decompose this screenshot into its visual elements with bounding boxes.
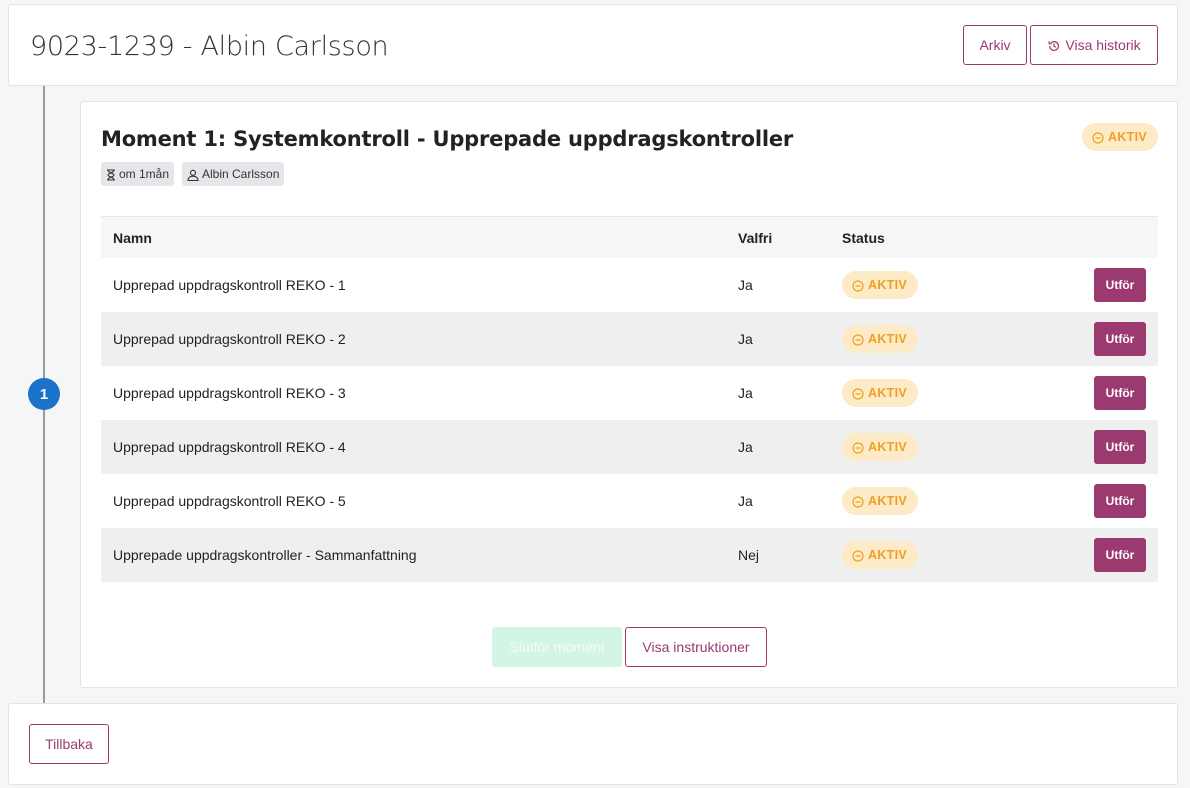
- moment-title: Moment 1: Systemkontroll - Upprepade upp…: [101, 127, 794, 151]
- header-status: Status: [842, 229, 885, 246]
- task-table: Namn Valfri Status Upprepad uppdragskont…: [101, 216, 1158, 582]
- user-icon: [187, 167, 199, 181]
- header-optional: Valfri: [738, 229, 773, 246]
- back-button[interactable]: Tillbaka: [29, 724, 109, 764]
- row-status-label: AKTIV: [868, 278, 907, 292]
- minus-circle-icon: [852, 548, 864, 562]
- back-button-label: Tillbaka: [45, 736, 93, 752]
- row-status-badge: AKTIV: [842, 325, 918, 353]
- row-name: Upprepade uppdragskontroller - Sammanfat…: [113, 547, 417, 563]
- minus-circle-icon: [852, 386, 864, 400]
- show-instructions-label: Visa instruktioner: [642, 639, 750, 655]
- table-row: Upprepade uppdragskontroller - Sammanfat…: [101, 528, 1158, 582]
- due-tag: om 1mån: [101, 162, 175, 186]
- history-icon: [1047, 37, 1061, 53]
- minus-circle-icon: [852, 440, 864, 454]
- assignee-tag: Albin Carlsson: [182, 162, 285, 186]
- table-row: Upprepad uppdragskontroll REKO - 1 Ja AK…: [101, 258, 1158, 312]
- case-header: 9023-1239 - Albin Carlsson Arkiv Visa hi…: [8, 4, 1178, 86]
- row-status-label: AKTIV: [868, 548, 907, 562]
- row-status-badge: AKTIV: [842, 487, 918, 515]
- history-button-label: Visa historik: [1065, 37, 1141, 53]
- perform-button[interactable]: Utför: [1094, 322, 1146, 356]
- table-header: Namn Valfri Status: [101, 216, 1158, 258]
- moment-status-label: AKTIV: [1108, 130, 1147, 144]
- footer-bar: Tillbaka: [8, 703, 1178, 785]
- perform-button[interactable]: Utför: [1094, 538, 1146, 572]
- row-optional: Ja: [738, 439, 753, 455]
- row-status-label: AKTIV: [868, 440, 907, 454]
- table-row: Upprepad uppdragskontroll REKO - 5 Ja AK…: [101, 474, 1158, 528]
- archive-button-label: Arkiv: [979, 37, 1011, 53]
- row-status-badge: AKTIV: [842, 433, 918, 461]
- row-status-label: AKTIV: [868, 494, 907, 508]
- table-row: Upprepad uppdragskontroll REKO - 2 Ja AK…: [101, 312, 1158, 366]
- row-status-label: AKTIV: [868, 386, 907, 400]
- step-number: 1: [28, 378, 60, 410]
- row-name: Upprepad uppdragskontroll REKO - 5: [113, 493, 346, 509]
- row-optional: Ja: [738, 493, 753, 509]
- history-button[interactable]: Visa historik: [1030, 25, 1158, 65]
- page-title: 9023-1239 - Albin Carlsson: [30, 31, 389, 62]
- moment-card: Moment 1: Systemkontroll - Upprepade upp…: [80, 101, 1178, 688]
- row-status-badge: AKTIV: [842, 379, 918, 407]
- table-row: Upprepad uppdragskontroll REKO - 4 Ja AK…: [101, 420, 1158, 474]
- perform-button[interactable]: Utför: [1094, 268, 1146, 302]
- row-name: Upprepad uppdragskontroll REKO - 4: [113, 439, 346, 455]
- row-status-label: AKTIV: [868, 332, 907, 346]
- hourglass-icon: [106, 167, 116, 181]
- row-optional: Ja: [738, 331, 753, 347]
- complete-moment-button[interactable]: Slutför moment: [492, 627, 622, 667]
- table-row: Upprepad uppdragskontroll REKO - 3 Ja AK…: [101, 366, 1158, 420]
- row-name: Upprepad uppdragskontroll REKO - 2: [113, 331, 346, 347]
- archive-button[interactable]: Arkiv: [963, 25, 1027, 65]
- row-status-badge: AKTIV: [842, 541, 918, 569]
- minus-circle-icon: [852, 494, 864, 508]
- perform-button[interactable]: Utför: [1094, 376, 1146, 410]
- assignee-label: Albin Carlsson: [202, 167, 280, 181]
- minus-circle-icon: [852, 278, 864, 292]
- row-optional: Ja: [738, 277, 753, 293]
- moment-status-badge: AKTIV: [1082, 123, 1158, 151]
- row-optional: Ja: [738, 385, 753, 401]
- header-name: Namn: [113, 229, 152, 246]
- row-optional: Nej: [738, 547, 760, 563]
- row-name: Upprepad uppdragskontroll REKO - 3: [113, 385, 346, 401]
- minus-circle-icon: [852, 332, 864, 346]
- row-status-badge: AKTIV: [842, 271, 918, 299]
- due-label: om 1mån: [119, 167, 170, 181]
- minus-circle-icon: [1092, 130, 1104, 144]
- show-instructions-button[interactable]: Visa instruktioner: [625, 627, 767, 667]
- perform-button[interactable]: Utför: [1094, 430, 1146, 464]
- perform-button[interactable]: Utför: [1094, 484, 1146, 518]
- row-name: Upprepad uppdragskontroll REKO - 1: [113, 277, 346, 293]
